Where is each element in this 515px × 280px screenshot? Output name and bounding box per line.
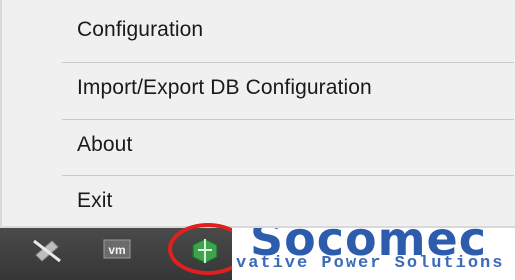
menu-item-about[interactable]: About	[2, 121, 515, 169]
vmware-tray-icon[interactable]: vm	[100, 233, 134, 267]
brand-tagline: vative Power Solutions	[236, 254, 505, 273]
menu-item-import-export-db[interactable]: Import/Export DB Configuration	[2, 64, 515, 112]
brand-banner: Socomec vative Power Solutions	[232, 228, 515, 280]
menu-separator	[62, 119, 514, 120]
network-disconnected-icon[interactable]	[30, 233, 64, 267]
svg-text:vm: vm	[108, 243, 125, 257]
menu-separator	[62, 62, 514, 63]
menu-item-label: About	[77, 133, 133, 156]
menu-item-label: Configuration	[77, 18, 204, 41]
menu-separator	[62, 175, 514, 176]
menu-item-exit[interactable]: Exit	[2, 177, 515, 225]
menu-item-label: Import/Export DB Configuration	[77, 76, 372, 99]
menu-item-label: Exit	[77, 189, 113, 212]
tray-context-menu: Configuration Import/Export DB Configura…	[0, 0, 515, 228]
menu-item-configuration[interactable]: Configuration	[2, 6, 515, 54]
